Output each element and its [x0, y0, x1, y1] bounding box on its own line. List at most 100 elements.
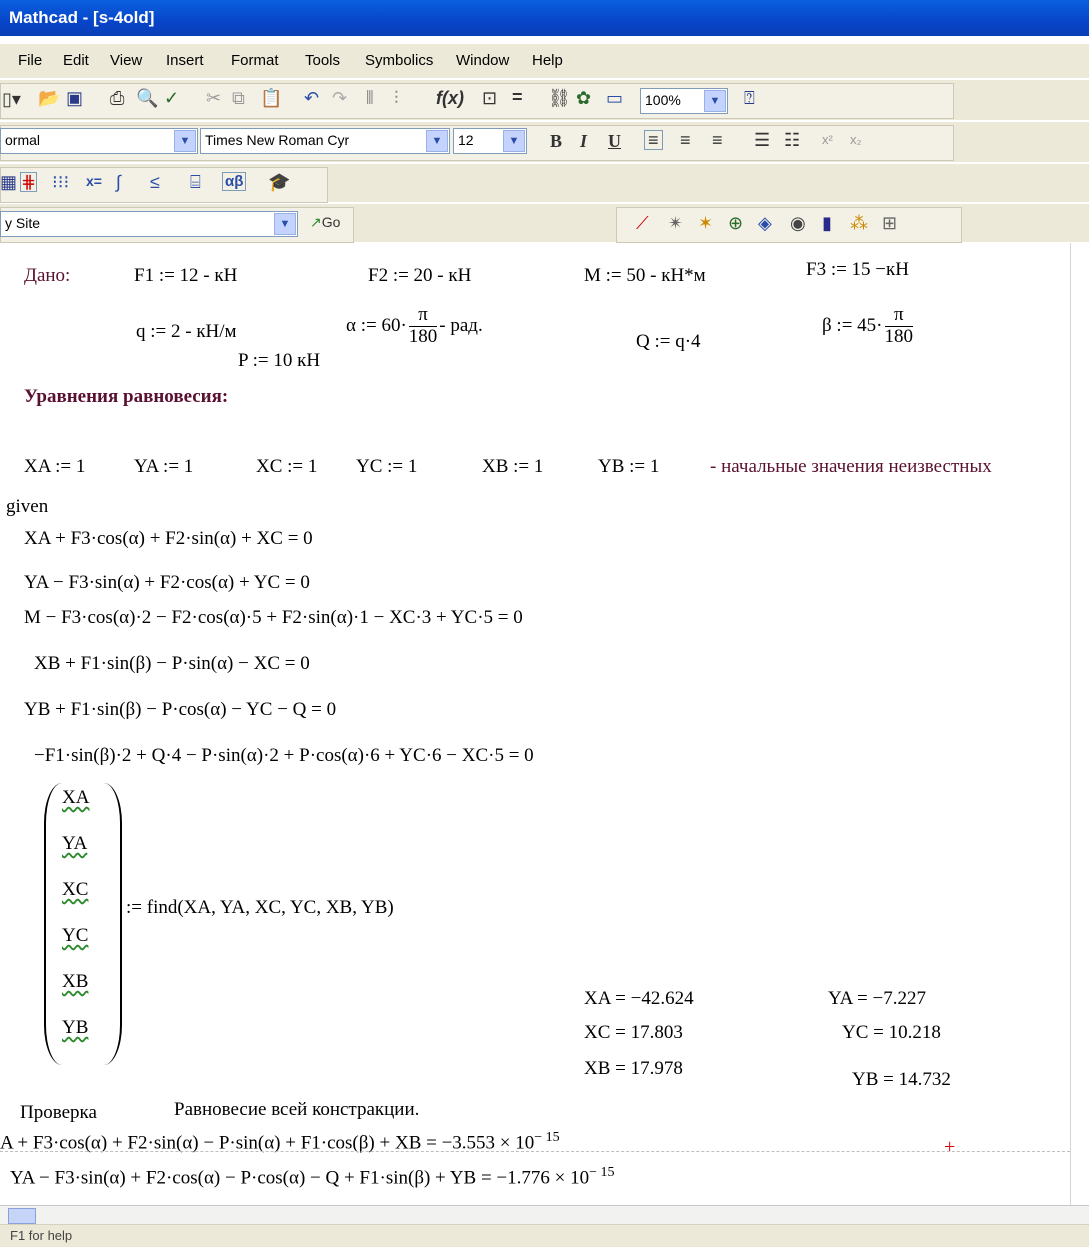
calculus-icon[interactable]: ∫: [116, 173, 121, 191]
evaluation-icon[interactable]: x=: [86, 174, 102, 188]
3d-scatter-icon[interactable]: ◈: [758, 214, 772, 232]
equation-2[interactable]: YA − F3·sin(α) + F2·cos(α) + YC = 0: [24, 572, 310, 594]
align-across-icon[interactable]: ⫴: [366, 89, 374, 107]
menu-insert[interactable]: Insert: [166, 52, 204, 69]
xc-initial[interactable]: XC := 1: [256, 456, 317, 478]
xy-plot-icon[interactable]: ⟋: [636, 214, 649, 232]
cut-icon[interactable]: ✂: [206, 89, 221, 107]
menu-bar: File Edit View Insert Format Tools Symbo…: [0, 44, 1089, 78]
menu-format[interactable]: Format: [231, 52, 279, 69]
spell-check-icon[interactable]: ✓: [164, 89, 179, 107]
yb-initial[interactable]: YB := 1: [598, 456, 659, 478]
font-size-select[interactable]: 12 ▼: [453, 128, 527, 154]
new-icon[interactable]: ▯▾: [2, 90, 21, 108]
align-right-icon[interactable]: ≡: [712, 131, 723, 149]
f2-definition[interactable]: F2 := 20 - кН: [368, 265, 471, 287]
result-yb[interactable]: YB = 14.732: [852, 1069, 951, 1091]
go-button[interactable]: ↗Go: [310, 215, 340, 229]
align-center-icon[interactable]: ≡: [680, 131, 691, 149]
insert-unit-icon[interactable]: ⊡: [482, 89, 497, 107]
bold-button[interactable]: B: [550, 132, 562, 150]
numbering-icon[interactable]: ☷: [784, 131, 800, 149]
insert-function-icon[interactable]: f(x): [436, 89, 464, 107]
big-q-definition[interactable]: Q := q·4: [636, 331, 701, 353]
scrollbar-thumb[interactable]: [8, 1208, 36, 1224]
bar-chart-icon[interactable]: ▮: [822, 214, 832, 232]
underline-button[interactable]: U: [608, 132, 621, 150]
equation-1[interactable]: XA + F3·cos(α) + F2·sin(α) + XC = 0: [24, 528, 313, 550]
horizontal-scrollbar[interactable]: [0, 1205, 1089, 1224]
programming-icon[interactable]: ⌸: [190, 173, 201, 191]
menu-window[interactable]: Window: [456, 52, 509, 69]
symbolic-icon[interactable]: 🎓: [268, 173, 290, 191]
italic-button[interactable]: I: [580, 132, 587, 150]
result-xb[interactable]: XB = 17.978: [584, 1058, 683, 1080]
q-definition[interactable]: q := 2 - кН/м: [136, 321, 237, 343]
matrix-icon[interactable]: ⁝⁝⁝: [52, 173, 69, 191]
resource-select[interactable]: y Site ▼: [0, 211, 298, 237]
help-icon[interactable]: ⍰: [744, 89, 755, 107]
check-equation-y[interactable]: YA − F3·sin(α) + F2·cos(α) − P·cos(α) − …: [10, 1165, 615, 1189]
align-down-icon[interactable]: ⫶: [394, 89, 399, 107]
ya-initial[interactable]: YA := 1: [134, 456, 193, 478]
boolean-icon[interactable]: ≤: [150, 173, 160, 191]
vector-field-icon[interactable]: ⁂: [850, 214, 868, 232]
result-yc[interactable]: YC = 10.218: [842, 1022, 941, 1044]
calculator-icon[interactable]: ▦: [0, 173, 17, 191]
equation-5[interactable]: YB + F1·sin(β) − P·cos(α) − YC − Q = 0: [24, 699, 336, 721]
plot-wizard-icon[interactable]: ⊞: [882, 214, 897, 232]
beta-definition[interactable]: β := 45· π 180: [822, 304, 915, 348]
undo-icon[interactable]: ↶: [304, 89, 319, 107]
print-preview-icon[interactable]: 🔍: [136, 89, 158, 107]
menu-symbolics[interactable]: Symbolics: [365, 52, 433, 69]
vertical-scrollbar[interactable]: [1070, 243, 1089, 1205]
menu-help[interactable]: Help: [532, 52, 563, 69]
m-definition[interactable]: M := 50 - кН*м: [584, 265, 706, 287]
xa-initial[interactable]: XA := 1: [24, 456, 85, 478]
contour-plot-icon[interactable]: ⊕: [728, 214, 743, 232]
chevron-down-icon: ▼: [174, 130, 196, 152]
unknowns-vector[interactable]: XA YA XC YC XB YB: [44, 783, 122, 1065]
graph-icon[interactable]: ⋕: [20, 172, 38, 192]
equation-4[interactable]: XB + F1·sin(β) − P·sin(α) − XC = 0: [34, 653, 310, 675]
menu-edit[interactable]: Edit: [63, 52, 89, 69]
bullets-icon[interactable]: ☰: [754, 131, 770, 149]
yc-initial[interactable]: YC := 1: [356, 456, 417, 478]
subscript-icon[interactable]: x₂: [850, 133, 862, 146]
find-expression[interactable]: := find(XA, YA, XC, YC, XB, YB): [126, 897, 394, 919]
equation-6[interactable]: −F1·sin(β)·2 + Q·4 − P·sin(α)·2 + P·cos(…: [34, 745, 534, 767]
align-left-icon[interactable]: ≡: [644, 130, 663, 150]
superscript-icon[interactable]: x²: [822, 133, 833, 146]
surface-plot-icon[interactable]: ✶: [698, 214, 713, 232]
style-select[interactable]: ormal ▼: [0, 128, 198, 154]
menu-file[interactable]: File: [18, 52, 42, 69]
calculate-icon[interactable]: =: [512, 88, 523, 106]
greek-icon[interactable]: αβ: [222, 172, 247, 191]
f3-definition[interactable]: F3 := 15 −кН: [806, 259, 909, 281]
zoom-select[interactable]: 100% ▼: [640, 88, 728, 114]
result-ya[interactable]: YA = −7.227: [828, 988, 926, 1010]
menu-view[interactable]: View: [110, 52, 142, 69]
polar-plot-icon[interactable]: ✴: [668, 214, 683, 232]
menu-tools[interactable]: Tools: [305, 52, 340, 69]
copy-icon[interactable]: ⧉: [232, 89, 245, 107]
alpha-definition[interactable]: α := 60· π 180- рад.: [346, 304, 483, 348]
given-keyword[interactable]: given: [6, 496, 48, 518]
p-definition[interactable]: P := 10 кН: [238, 350, 320, 372]
component-wizard-icon[interactable]: ✿: [576, 89, 591, 107]
result-xc[interactable]: XC = 17.803: [584, 1022, 683, 1044]
insert-hyperlink-icon[interactable]: ⛓: [548, 89, 571, 107]
result-xa[interactable]: XA = −42.624: [584, 988, 694, 1010]
font-select[interactable]: Times New Roman Cyr ▼: [200, 128, 450, 154]
equation-3[interactable]: M − F3·cos(α)·2 − F2·cos(α)·5 + F2·sin(α…: [24, 607, 523, 629]
save-icon[interactable]: ▣: [66, 89, 83, 107]
f1-definition[interactable]: F1 := 12 - кН: [134, 265, 237, 287]
paste-icon[interactable]: 📋: [260, 89, 282, 107]
3d-bar-icon[interactable]: ◉: [790, 214, 806, 232]
worksheet[interactable]: Дано: F1 := 12 - кН F2 := 20 - кН M := 5…: [0, 243, 1070, 1205]
print-icon[interactable]: ⎙: [110, 89, 124, 107]
open-icon[interactable]: 📂: [38, 89, 60, 107]
run-script-icon[interactable]: ▭: [606, 89, 623, 107]
xb-initial[interactable]: XB := 1: [482, 456, 543, 478]
redo-icon[interactable]: ↷: [332, 89, 347, 107]
